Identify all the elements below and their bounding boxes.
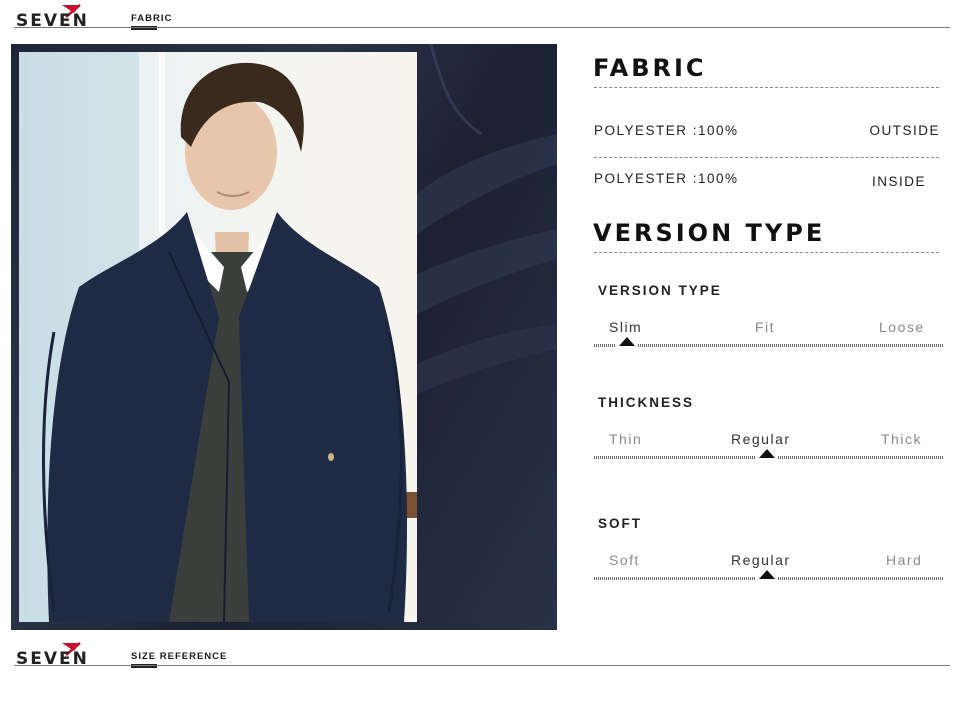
attribute-name: VERSION TYPE [598,283,722,298]
option-loose: Loose [879,319,925,335]
attribute-thickness: THICKNESS Thin Regular Thick [594,395,943,475]
size-reference-section-header: SEVEN SIZE REFERENCE [14,640,950,668]
divider [594,157,939,158]
option-soft: Soft [609,552,640,568]
section-title-fabric: FABRIC [131,13,172,30]
thickness-scale [594,449,943,460]
selected-indicator [759,449,775,458]
option-thick: Thick [881,431,922,447]
option-thin: Thin [609,431,643,447]
divider [594,87,939,88]
version-type-scale [594,337,943,348]
product-photo-panel [11,44,557,630]
svg-text:SEVEN: SEVEN [16,11,89,28]
option-regular: Regular [731,552,791,568]
attribute-soft: SOFT Soft Regular Hard [594,516,943,596]
option-slim: Slim [609,319,643,335]
fabric-location: OUTSIDE [869,123,940,138]
version-type-title: VERSION TYPE [593,219,826,247]
attribute-name: THICKNESS [598,395,695,410]
model-photo [19,52,417,622]
attribute-name: SOFT [598,516,642,531]
svg-text:SEVEN: SEVEN [16,649,89,666]
fabric-title: FABRIC [593,54,707,82]
fabric-location: INSIDE [871,174,926,189]
seven-logo: SEVEN [16,4,89,28]
divider [594,252,939,253]
option-fit: Fit [755,319,776,335]
fabric-composition: POLYESTER :100% [594,123,739,138]
option-hard: Hard [886,552,923,568]
attribute-version-type: VERSION TYPE Slim Fit Loose [594,283,943,363]
soft-scale [594,570,943,581]
selected-indicator [759,570,775,579]
section-title-size-reference: SIZE REFERENCE [131,651,227,668]
fabric-details: FABRIC POLYESTER :100% OUTSIDE POLYESTER… [590,0,945,640]
fabric-composition: POLYESTER :100% [594,171,739,186]
seven-logo: SEVEN [16,642,89,666]
option-regular: Regular [731,431,791,447]
selected-indicator [619,337,635,346]
